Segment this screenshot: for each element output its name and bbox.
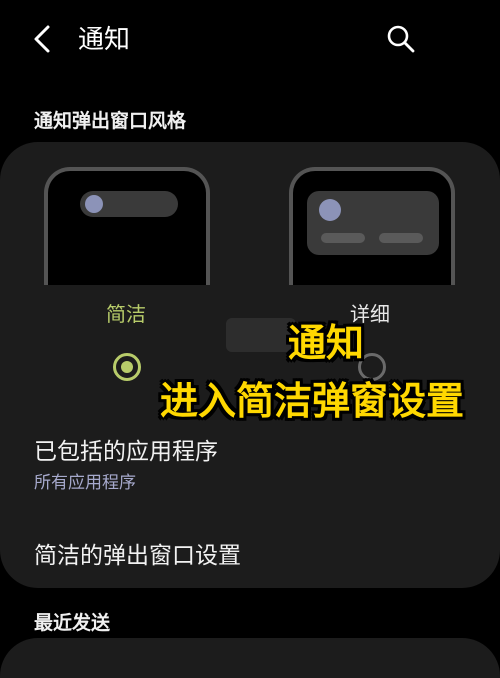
included-apps-subtitle: 所有应用程序 (34, 473, 136, 493)
back-button[interactable] (26, 22, 60, 56)
top-app-bar: 通知 (0, 0, 500, 80)
caption-backdrop (226, 318, 296, 352)
search-button[interactable] (384, 22, 418, 56)
brief-radio[interactable] (113, 353, 141, 381)
caption-line-2: 进入简洁弹窗设置 (160, 379, 465, 423)
recent-card (0, 638, 500, 678)
detailed-popup-card (307, 191, 439, 255)
popup-style-section-title: 通知弹出窗口风格 (34, 110, 187, 132)
page-title: 通知 (78, 25, 131, 55)
back-arrow-icon (34, 25, 50, 53)
action-placeholder (379, 233, 423, 243)
caption-line-1: 通知 (288, 321, 365, 365)
recent-section-title: 最近发送 (34, 612, 111, 634)
brief-popup-pill (80, 191, 178, 217)
action-placeholder (321, 233, 365, 243)
brief-style-preview[interactable] (44, 167, 210, 285)
brief-popup-settings-title: 简洁的弹出窗口设置 (34, 543, 241, 569)
search-icon (387, 25, 415, 53)
included-apps-title: 已包括的应用程序 (34, 439, 218, 465)
app-icon-placeholder (319, 199, 341, 221)
app-icon-placeholder (85, 195, 103, 213)
brief-option-label: 简洁 (106, 302, 146, 326)
radio-selected-dot (121, 361, 133, 373)
detailed-style-preview[interactable] (289, 167, 455, 285)
